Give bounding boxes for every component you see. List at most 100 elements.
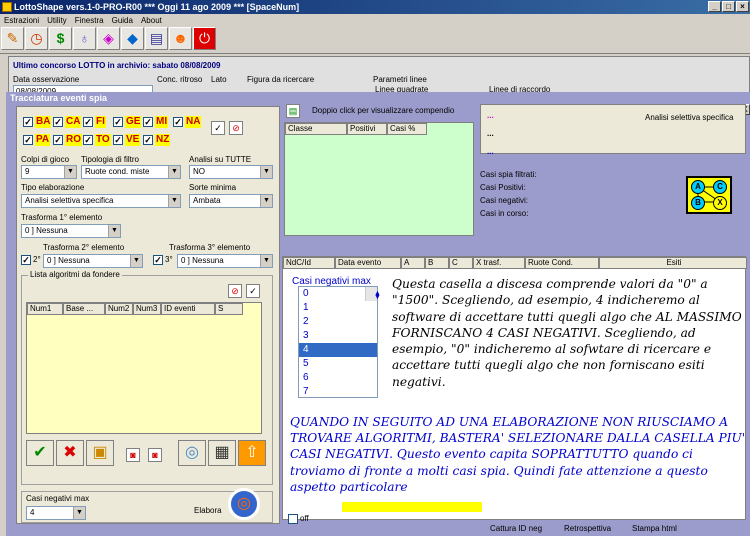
label-trasf3: Trasforma 3° elemento bbox=[169, 243, 251, 252]
checkbox-trasf3[interactable]: ✓ bbox=[153, 255, 163, 265]
label-tipologia: Tipologia di filtro bbox=[81, 155, 139, 164]
clear-list-icon[interactable]: ⊘ bbox=[228, 284, 242, 298]
label-sorte: Sorte minima bbox=[189, 183, 237, 192]
confirm-button[interactable]: ✔ bbox=[26, 440, 54, 466]
neg-option[interactable]: 7 bbox=[299, 385, 377, 399]
col-x-trasf[interactable]: X trasf. bbox=[473, 257, 525, 269]
compendio-icon[interactable]: ▤ bbox=[286, 104, 300, 118]
city-nz: NZ bbox=[155, 134, 171, 146]
trasf1-select[interactable]: 0 ] Nessuna ▼ bbox=[21, 224, 121, 238]
neg-option[interactable]: 6 bbox=[299, 371, 377, 385]
note-paragraph-1: Questa casella a discesa comprende valor… bbox=[392, 277, 742, 389]
plus-icon[interactable]: ◙ bbox=[148, 448, 162, 462]
col-s[interactable]: S bbox=[215, 303, 243, 315]
chevron-down-icon: ▼ bbox=[260, 195, 272, 207]
label-casi-neg: Casi negativi max bbox=[26, 494, 90, 503]
col-id-eventi[interactable]: ID eventi bbox=[161, 303, 215, 315]
power-icon[interactable]: ⏻ bbox=[193, 27, 216, 50]
dollar-icon[interactable]: $ bbox=[49, 27, 72, 50]
checkbox-to[interactable]: ✓ bbox=[83, 135, 93, 145]
city-ba: BA bbox=[35, 116, 52, 128]
analisi-panel: ... ... ... Analisi selettiva specifica bbox=[480, 104, 746, 156]
city-to: TO bbox=[95, 134, 111, 146]
pencil-icon[interactable]: ✎ bbox=[1, 27, 24, 50]
checkbox-off[interactable] bbox=[288, 514, 298, 524]
close-button[interactable]: × bbox=[736, 1, 749, 12]
lista-algoritmi-group: Lista algoritmi da fondere ⊘ ✓ Num1 Base… bbox=[21, 270, 273, 485]
cattura-button[interactable]: Cattura ID neg bbox=[490, 524, 542, 533]
algoritmi-table[interactable]: Num1 Base ... Num2 Num3 ID eventi S bbox=[26, 302, 262, 434]
minus-icon[interactable]: ◙ bbox=[126, 448, 140, 462]
checkbox-na[interactable]: ✓ bbox=[173, 117, 183, 127]
col-a[interactable]: A bbox=[401, 257, 425, 269]
trasf2-select[interactable]: 0 ] Nessuna ▼ bbox=[43, 254, 143, 268]
checkbox-trasf2[interactable]: ✓ bbox=[21, 255, 31, 265]
delete-button[interactable]: ✖ bbox=[56, 440, 84, 466]
neg-option[interactable]: 5 bbox=[299, 357, 377, 371]
stampa-html-button[interactable]: Stampa html bbox=[632, 524, 677, 533]
save-button[interactable]: ▦ bbox=[208, 440, 236, 466]
shape-icon[interactable]: ◆ bbox=[121, 27, 144, 50]
casi-neg-select[interactable]: 4 ▼ bbox=[26, 506, 86, 520]
chevron-down-icon: ▼ bbox=[168, 166, 180, 178]
col-classe[interactable]: Classe bbox=[285, 123, 347, 135]
col-ruote-cond[interactable]: Ruote Cond. bbox=[525, 257, 599, 269]
checkbox-ge[interactable]: ✓ bbox=[113, 117, 123, 127]
up-button[interactable]: ⇧ bbox=[238, 440, 266, 466]
notes-icon[interactable]: ▤ bbox=[145, 27, 168, 50]
maximize-button[interactable]: □ bbox=[722, 1, 735, 12]
checkbox-pa[interactable]: ✓ bbox=[23, 135, 33, 145]
col-base[interactable]: Base ... bbox=[63, 303, 105, 315]
analisi-select[interactable]: NO ▼ bbox=[189, 165, 273, 179]
label-data-osservazione: Data osservazione bbox=[13, 75, 80, 84]
checkbox-ca[interactable]: ✓ bbox=[53, 117, 63, 127]
clock-icon[interactable]: ◷ bbox=[25, 27, 48, 50]
col-esiti[interactable]: Esiti bbox=[599, 257, 747, 269]
neg-option[interactable]: 1 bbox=[299, 301, 377, 315]
bucket-button[interactable]: ▣ bbox=[86, 440, 114, 466]
bulb-icon[interactable]: ♁ bbox=[73, 27, 96, 50]
col-b[interactable]: B bbox=[425, 257, 449, 269]
minimize-button[interactable]: _ bbox=[708, 1, 721, 12]
neg-option[interactable]: 2 bbox=[299, 315, 377, 329]
col-ndc[interactable]: NdC/Id bbox=[283, 257, 335, 269]
casi-negativi-list[interactable]: 0 1 2 3 4 5 6 7 ▲ ▼ bbox=[298, 286, 381, 399]
tipologia-select[interactable]: Ruote cond. miste ▼ bbox=[81, 165, 181, 179]
target-icon[interactable]: ◎ bbox=[228, 488, 260, 520]
col-num3[interactable]: Num3 bbox=[133, 303, 161, 315]
checkbox-ve[interactable]: ✓ bbox=[113, 135, 123, 145]
classe-grid[interactable]: Classe Positivi Casi % bbox=[284, 122, 474, 236]
info-filtrati: Casi spia filtrati: bbox=[480, 170, 537, 179]
compendio-label: Doppio click per visualizzare compendio bbox=[312, 106, 455, 115]
sorte-select[interactable]: Ambata ▼ bbox=[189, 194, 273, 208]
neg-option[interactable]: 3 bbox=[299, 329, 377, 343]
label-colpi: Colpi di gioco bbox=[21, 155, 70, 164]
checkbox-fi[interactable]: ✓ bbox=[83, 117, 93, 127]
col-num2[interactable]: Num2 bbox=[105, 303, 133, 315]
left-panel: ✓ BA ✓ CA ✓ FI ✓ GE ✓ MI ✓ NA ✓ PA ✓ RO ✓ TO ✓ VE … bbox=[16, 106, 280, 524]
col-positivi[interactable]: Positivi bbox=[347, 123, 387, 135]
col-num1[interactable]: Num1 bbox=[27, 303, 63, 315]
dots-2: ... bbox=[487, 129, 494, 138]
deselect-all-icon[interactable]: ⊘ bbox=[229, 121, 243, 135]
trasf3-select[interactable]: 0 ] Nessuna ▼ bbox=[177, 254, 273, 268]
col-casi-perc[interactable]: Casi % bbox=[387, 123, 427, 135]
list-scrollbar[interactable]: ▲ ▼ bbox=[365, 287, 381, 301]
col-data-evento[interactable]: Data evento bbox=[335, 257, 401, 269]
tipo-elab-select[interactable]: Analisi selettiva specifica ▼ bbox=[21, 194, 181, 208]
checkbox-ro[interactable]: ✓ bbox=[53, 135, 63, 145]
dialog-title: Tracciatura eventi spia bbox=[10, 93, 108, 103]
neg-option-selected[interactable]: 4 bbox=[299, 343, 377, 357]
select-all-icon[interactable]: ✓ bbox=[211, 121, 225, 135]
people-icon[interactable]: ☻ bbox=[169, 27, 192, 50]
col-c[interactable]: C bbox=[449, 257, 473, 269]
checkbox-nz[interactable]: ✓ bbox=[143, 135, 153, 145]
city-fi: FI bbox=[95, 116, 106, 128]
checkbox-mi[interactable]: ✓ bbox=[143, 117, 153, 127]
colpi-select[interactable]: 9 ▼ bbox=[21, 165, 77, 179]
retrospettiva-button[interactable]: Retrospettiva bbox=[564, 524, 611, 533]
check-list-icon[interactable]: ✓ bbox=[246, 284, 260, 298]
dice-icon[interactable]: ◈ bbox=[97, 27, 120, 50]
refresh-button[interactable]: ◎ bbox=[178, 440, 206, 466]
checkbox-ba[interactable]: ✓ bbox=[23, 117, 33, 127]
